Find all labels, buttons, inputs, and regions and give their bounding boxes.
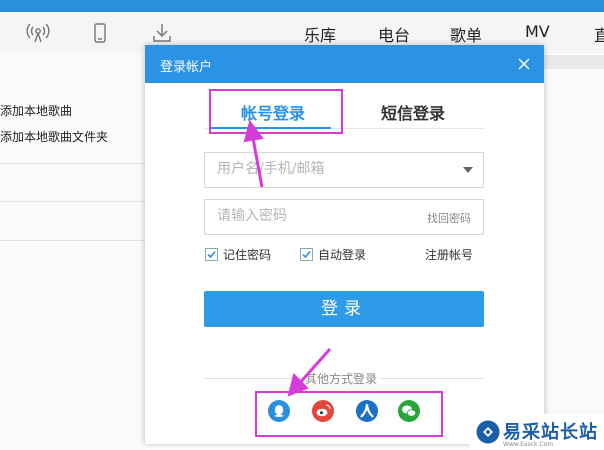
auto-login-checkbox[interactable] — [300, 248, 313, 261]
qq-icon[interactable] — [268, 400, 290, 422]
renren-icon[interactable] — [356, 400, 378, 422]
tab-sms-login[interactable]: 短信登录 — [381, 100, 445, 124]
remember-password-label: 记住密码 — [223, 248, 272, 262]
nav-tab-playlist[interactable]: 歌单 — [450, 22, 482, 46]
left-panel: 添加本地歌曲 添加本地歌曲文件夹 — [0, 53, 145, 450]
radio-icon[interactable] — [24, 19, 52, 47]
close-icon[interactable] — [516, 56, 532, 72]
auto-login-label: 自动登录 — [318, 248, 367, 262]
annotation-highlight-box — [209, 89, 343, 134]
remember-password-checkbox[interactable] — [205, 248, 218, 261]
dialog-header: 登录帐户 — [145, 45, 544, 83]
password-field: 找回密码 — [204, 199, 484, 235]
right-panel — [544, 53, 604, 450]
login-button[interactable]: 登录 — [204, 291, 484, 327]
forgot-password-link[interactable]: 找回密码 — [427, 210, 471, 226]
panel-header — [544, 55, 604, 69]
login-dialog: 登录帐户 帐号登录 短信登录 找回密码 记住密码 自动登录 注册帐号 登录 其他… — [145, 45, 544, 444]
username-input[interactable] — [205, 153, 437, 185]
weibo-icon[interactable] — [312, 400, 334, 422]
nav-tab-library[interactable]: 乐库 — [304, 22, 336, 46]
add-local-songs-link[interactable]: 添加本地歌曲 — [0, 102, 72, 119]
username-field — [204, 152, 484, 188]
nav-tab-mv[interactable]: MV — [525, 22, 550, 41]
divider — [0, 201, 145, 202]
divider — [0, 240, 145, 241]
title-bar — [0, 0, 604, 12]
chevron-down-icon[interactable] — [463, 167, 473, 173]
phone-icon[interactable] — [86, 19, 114, 47]
nav-tab-radio[interactable]: 电台 — [378, 22, 410, 46]
wechat-icon[interactable] — [398, 400, 420, 422]
nav-tab-live[interactable]: 直 — [594, 22, 604, 46]
register-link[interactable]: 注册帐号 — [425, 246, 473, 263]
download-icon[interactable] — [148, 19, 176, 47]
password-input[interactable] — [205, 200, 437, 232]
add-local-folder-link[interactable]: 添加本地歌曲文件夹 — [0, 128, 108, 145]
dialog-title: 登录帐户 — [160, 60, 213, 75]
other-methods-label: 其他方式登录 — [302, 370, 381, 387]
watermark: 易采站长站 Www.Easck.Com — [470, 414, 604, 450]
divider — [0, 163, 145, 164]
watermark-logo-icon — [476, 420, 500, 444]
watermark-sub: Www.Easck.Com — [503, 441, 554, 448]
